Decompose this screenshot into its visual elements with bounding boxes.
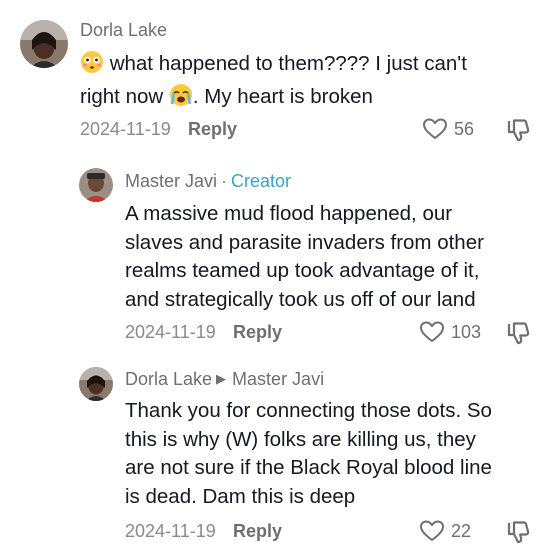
username-link[interactable]: Dorla Lake <box>125 369 212 389</box>
comment-text: what happened to them???? I just can't r… <box>80 50 467 115</box>
comment-username: Master Javi · Creator <box>125 171 292 191</box>
dislike-button[interactable] <box>505 117 531 148</box>
comment-date: 2024-11-19 <box>80 119 171 139</box>
dislike-icon <box>507 119 530 142</box>
like-button[interactable]: 22 <box>419 519 471 543</box>
dislike-button[interactable] <box>505 519 531 550</box>
dislike-button[interactable] <box>505 320 531 351</box>
username-link[interactable]: Master Javi <box>125 171 217 191</box>
comment-text: Thank you for connecting those dots. So … <box>125 399 492 508</box>
heart-outline-icon <box>423 118 447 139</box>
like-count: 22 <box>451 520 472 541</box>
like-count: 56 <box>454 118 475 139</box>
reply-button[interactable]: Reply <box>233 322 282 343</box>
comment-date: 2024-11-19 <box>125 322 216 342</box>
comment-text: A massive mud flood happened, our slaves… <box>125 202 484 311</box>
heart-outline-icon <box>420 520 444 541</box>
avatar[interactable] <box>79 367 113 401</box>
reply-button[interactable]: Reply <box>233 521 282 542</box>
like-count: 103 <box>451 321 482 342</box>
comment-username[interactable]: Dorla Lake <box>80 20 167 41</box>
heart-outline-icon <box>420 321 444 342</box>
creator-badge: Creator <box>231 171 292 191</box>
reply-arrow-icon: ▶ <box>216 371 227 386</box>
reply-button[interactable]: Reply <box>188 119 237 140</box>
reply-to-username[interactable]: Master Javi <box>232 369 324 389</box>
like-button[interactable]: 56 <box>422 117 474 141</box>
dislike-icon <box>507 322 530 345</box>
flushed-face-emoji-icon <box>80 50 104 83</box>
comment-username: Dorla Lake ▶ Master Javi <box>125 369 324 390</box>
avatar[interactable] <box>20 20 68 68</box>
like-button[interactable]: 103 <box>419 320 481 344</box>
dislike-icon <box>507 521 530 544</box>
comment-date: 2024-11-19 <box>125 521 216 541</box>
avatar[interactable] <box>79 168 113 202</box>
crying-face-emoji-icon <box>169 83 193 116</box>
